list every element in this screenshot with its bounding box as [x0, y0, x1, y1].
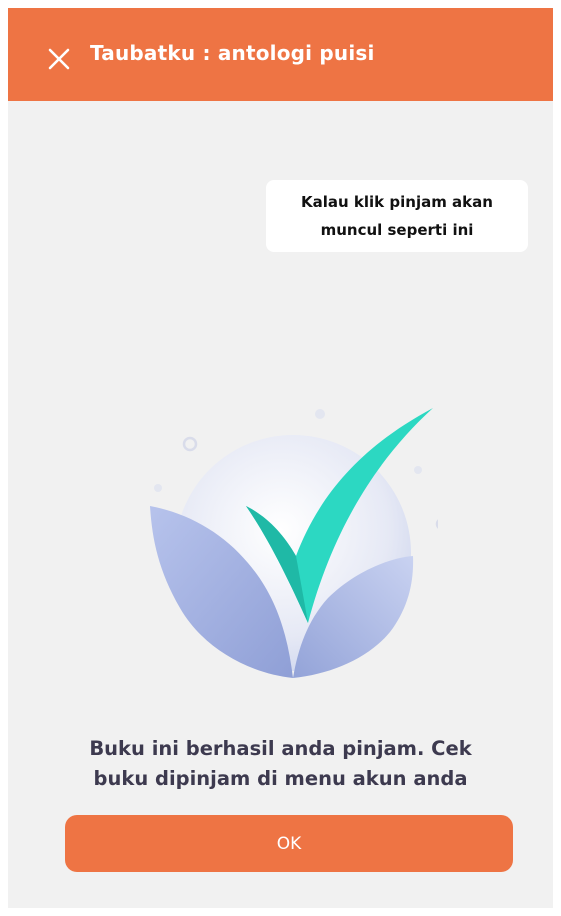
message-line-2: buku dipinjam di menu akun anda — [93, 767, 468, 790]
sparkle-dot — [154, 484, 162, 492]
sparkle-dot — [182, 436, 198, 452]
success-message: Buku ini berhasil anda pinjam. Cek buku … — [48, 734, 513, 794]
success-checkmark-icon — [150, 408, 438, 678]
close-icon[interactable] — [44, 44, 74, 74]
message-line-1: Buku ini berhasil anda pinjam. Cek — [89, 737, 472, 760]
sparkle-dot — [414, 466, 422, 474]
page-title: Taubatku : antologi puisi — [90, 41, 375, 65]
app-header: Taubatku : antologi puisi — [8, 8, 553, 101]
screen: Taubatku : antologi puisi Kalau klik pin… — [8, 8, 553, 908]
ok-button[interactable]: OK — [65, 815, 513, 872]
annotation-line-1: Kalau klik pinjam akan — [301, 193, 493, 211]
sparkle-dot — [315, 409, 325, 419]
close-button[interactable] — [44, 44, 74, 74]
sparkle-dot — [435, 519, 438, 529]
annotation-line-2: muncul seperti ini — [320, 221, 474, 239]
annotation-note: Kalau klik pinjam akan muncul seperti in… — [266, 180, 528, 252]
